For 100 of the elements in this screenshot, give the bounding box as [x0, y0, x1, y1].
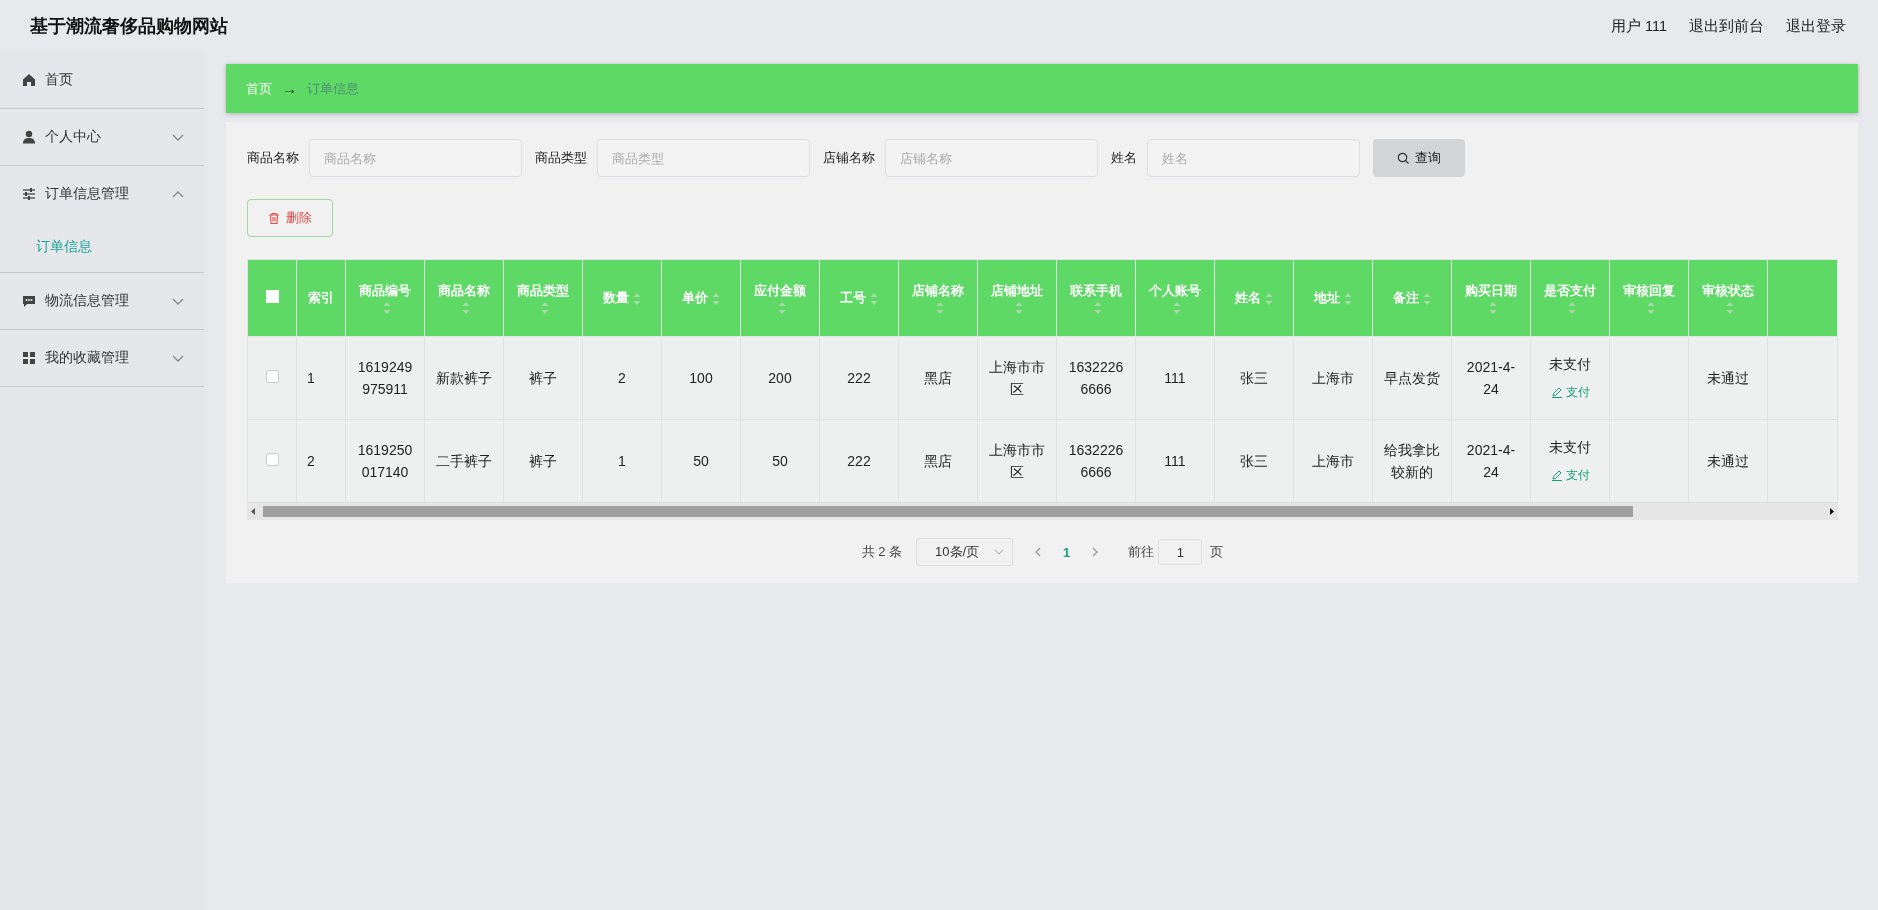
- search-field[interactable]: 商品类型: [597, 139, 810, 177]
- table-cell: 2021-4-24: [1451, 419, 1531, 503]
- table-cell: 222: [819, 336, 899, 420]
- select-all-checkbox[interactable]: [265, 290, 279, 303]
- table-cell: 上海市市区: [977, 336, 1057, 420]
- table-cell: 上海市: [1293, 419, 1373, 503]
- home-icon: [22, 73, 36, 87]
- user-icon: [22, 130, 36, 144]
- search-icon: [1397, 152, 1409, 164]
- table-cell: 未通过: [1688, 336, 1768, 420]
- goto-page-field[interactable]: 1: [1158, 539, 1203, 565]
- breadcrumb-separator: →: [282, 80, 297, 97]
- table-cell: 50: [740, 419, 820, 503]
- trash-icon: [268, 211, 280, 225]
- column-header[interactable]: 购买日期: [1451, 259, 1531, 337]
- table-cell: 裤子: [503, 419, 583, 503]
- table-cell: 黑店: [898, 419, 978, 503]
- table-cell: 2: [296, 419, 346, 503]
- table-cell: 上海市: [1293, 336, 1373, 420]
- table-cell: 早点发货: [1372, 336, 1452, 420]
- column-header[interactable]: 店铺名称: [898, 259, 978, 337]
- header-link[interactable]: 退出登录: [1786, 16, 1846, 36]
- table-cell: 2021-4-24: [1451, 336, 1531, 420]
- table-cell: 黑店: [898, 336, 978, 420]
- caret-icon: [994, 549, 1005, 555]
- column-header: 索引: [296, 259, 346, 337]
- pay-link[interactable]: 支付: [1550, 463, 1590, 486]
- table-cell: 新款裤子: [424, 336, 504, 420]
- search-button[interactable]: 查询: [1373, 139, 1465, 177]
- field-label: 商品名称: [247, 149, 299, 167]
- field-label: 店铺名称: [823, 149, 875, 167]
- column-header[interactable]: 联系手机: [1056, 259, 1136, 337]
- column-header[interactable]: 审核状态: [1688, 259, 1768, 337]
- row-checkbox[interactable]: [265, 453, 279, 466]
- header-link[interactable]: 退出到前台: [1689, 16, 1764, 36]
- table-cell: 给我拿比较新的: [1372, 419, 1452, 503]
- column-header[interactable]: 工号: [819, 259, 899, 337]
- table-cell: 未通过: [1688, 419, 1768, 503]
- table-cell-text: 未支付: [1548, 437, 1592, 457]
- pencil-icon: [1550, 468, 1563, 481]
- sidebar-item[interactable]: 首页: [0, 52, 204, 108]
- search-field[interactable]: 姓名: [1147, 139, 1360, 177]
- field-label: 商品类型: [535, 149, 587, 167]
- chat-icon: [22, 294, 36, 308]
- table-cell: 100: [661, 336, 741, 420]
- column-header[interactable]: 是否支付: [1530, 259, 1610, 337]
- site-title: 基于潮流奢侈品购物网站: [30, 15, 229, 38]
- sidebar-item[interactable]: 物流信息管理: [0, 273, 204, 329]
- table-cell: 50: [661, 419, 741, 503]
- delete-button[interactable]: 删除: [247, 199, 333, 237]
- column-header[interactable]: 商品类型: [503, 259, 583, 337]
- pencil-icon: [1550, 385, 1563, 398]
- sidebar-item[interactable]: 我的收藏管理: [0, 330, 204, 386]
- column-header[interactable]: 商品编号: [345, 259, 425, 337]
- table-cell: 1619250017140: [345, 419, 425, 503]
- table-cell: 二手裤子: [424, 419, 504, 503]
- previous-page-icon: [1035, 547, 1042, 557]
- page-number[interactable]: 1: [1063, 544, 1071, 560]
- scroll-left-icon: [251, 508, 255, 515]
- goto-label: 前往: [1128, 543, 1155, 561]
- table-cell: 1619249975911: [345, 336, 425, 420]
- table-cell: 111: [1135, 336, 1215, 420]
- column-header[interactable]: 备注: [1372, 259, 1452, 337]
- table-cell: 2: [582, 336, 662, 420]
- column-header[interactable]: 地址: [1293, 259, 1373, 337]
- table-cell: 1: [296, 336, 346, 420]
- field-label: 姓名: [1111, 149, 1137, 167]
- breadcrumb-link[interactable]: 首页: [246, 79, 272, 98]
- column-header[interactable]: 个人账号: [1135, 259, 1215, 337]
- table-cell: 1: [582, 419, 662, 503]
- grid-icon: [22, 351, 36, 365]
- column-header[interactable]: 数量: [582, 259, 662, 337]
- page-suffix: 页: [1210, 543, 1224, 561]
- page-size-select[interactable]: 10条/页: [916, 538, 1014, 566]
- table-cell-text: 未支付: [1548, 354, 1592, 374]
- table-cell: 上海市市区: [977, 419, 1057, 503]
- table-cell: 200: [740, 336, 820, 420]
- column-header[interactable]: 商品名称: [424, 259, 504, 337]
- column-header[interactable]: 店铺地址: [977, 259, 1057, 337]
- column-header[interactable]: 姓名: [1214, 259, 1294, 337]
- total-count: 共 2 条: [861, 543, 903, 561]
- column-header[interactable]: 审核回复: [1609, 259, 1689, 337]
- submenu-item[interactable]: 订单信息: [36, 238, 92, 256]
- scroll-right-icon: [1830, 508, 1834, 515]
- scrollbar-thumb[interactable]: [263, 506, 1633, 517]
- column-header[interactable]: 应付金额: [740, 259, 820, 337]
- pay-link[interactable]: 支付: [1550, 380, 1590, 403]
- sidebar-item[interactable]: 订单信息管理: [0, 166, 204, 222]
- table-cell: 裤子: [503, 336, 583, 420]
- table-cell: 222: [819, 419, 899, 503]
- horizontal-scrollbar[interactable]: [247, 503, 1838, 520]
- search-field[interactable]: 店铺名称: [885, 139, 1098, 177]
- search-field[interactable]: 商品名称: [309, 139, 522, 177]
- user-link[interactable]: 用户 111: [1610, 16, 1667, 36]
- row-checkbox[interactable]: [265, 370, 279, 383]
- table-cell: 张三: [1214, 336, 1294, 420]
- column-header[interactable]: 单价: [661, 259, 741, 337]
- sidebar-item[interactable]: 个人中心: [0, 109, 204, 165]
- table-cell: 111: [1135, 419, 1215, 503]
- sliders-icon: [22, 187, 36, 201]
